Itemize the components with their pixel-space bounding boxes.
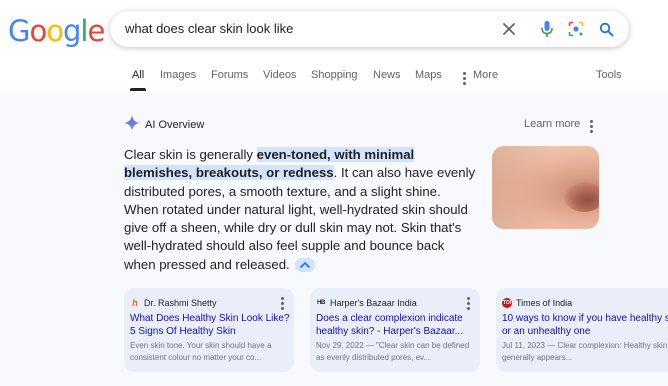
lens-icon[interactable]	[566, 19, 586, 39]
card-title[interactable]: What Does Healthy Skin Look Like? 5 Sign…	[130, 312, 290, 338]
ai-overview-text: Clear skin is generally even-toned, with…	[124, 146, 476, 274]
overview-text-start: Clear skin is generally	[124, 147, 257, 162]
ai-overview-header: AI Overview	[124, 114, 205, 136]
tab-forums[interactable]: Forums	[211, 69, 248, 81]
source-card[interactable]: HB Harper's Bazaar India Does a clear co…	[310, 288, 480, 372]
search-icon[interactable]	[596, 19, 616, 39]
close-icon[interactable]	[499, 19, 519, 39]
card-snippet: Nov 29, 2022 — "Clear skin can be define…	[316, 341, 470, 362]
source-card[interactable]: ℎ Dr. Rashmi Shetty What Does Healthy Sk…	[124, 288, 294, 372]
card-menu-icon[interactable]	[278, 297, 286, 310]
logo-letter: o	[46, 14, 64, 48]
tab-maps[interactable]: Maps	[415, 69, 442, 81]
tab-images[interactable]: Images	[160, 69, 196, 81]
image-nostril-detail	[564, 182, 599, 212]
card-source: HB Harper's Bazaar India	[316, 297, 417, 309]
ai-overview-title: AI Overview	[145, 119, 205, 131]
tab-all[interactable]: All	[132, 69, 144, 81]
tab-more[interactable]: More	[473, 69, 498, 81]
card-source: ℎ Dr. Rashmi Shetty	[130, 297, 217, 309]
card-title[interactable]: Does a clear complexion indicate healthy…	[316, 312, 476, 338]
logo-letter: e	[87, 14, 105, 48]
search-box[interactable]: what does clear skin look like	[110, 11, 629, 47]
microphone-icon[interactable]	[537, 19, 557, 39]
search-tabs: All Images Forums Videos Shopping News M…	[0, 62, 668, 92]
logo-letter: l	[80, 14, 88, 48]
card-title[interactable]: 10 ways to know if you have healthy skin…	[502, 312, 668, 338]
rashmi-shetty-favicon: ℎ	[132, 298, 138, 308]
logo-letter: G	[8, 14, 31, 48]
card-snippet: Jul 11, 2023 — Clear complexion: Healthy…	[502, 341, 668, 362]
tools-button[interactable]: Tools	[596, 69, 622, 81]
overview-text-rest: . It can also have evenly distributed po…	[124, 165, 476, 272]
more-icon	[460, 72, 468, 85]
image-shading	[492, 146, 552, 229]
options-menu-icon[interactable]	[587, 120, 595, 133]
tab-news[interactable]: News	[373, 69, 401, 81]
logo-letter: g	[62, 14, 81, 48]
gemini-sparkle-icon	[124, 114, 140, 136]
learn-more-link[interactable]: Learn more	[524, 118, 580, 130]
harpers-bazaar-favicon: HB	[317, 300, 325, 306]
active-tab-indicator	[130, 88, 146, 91]
header: Google what does clear skin look like	[0, 0, 668, 62]
ai-overview-section: AI Overview Learn more Clear skin is gen…	[0, 92, 668, 386]
collapse-chevron-icon[interactable]	[295, 258, 316, 273]
google-logo[interactable]: Google	[8, 14, 105, 48]
source-card[interactable]: TOI Times of India 10 ways to know if yo…	[496, 288, 668, 372]
tab-shopping[interactable]: Shopping	[311, 69, 358, 81]
skin-closeup-image[interactable]	[492, 146, 599, 229]
card-source: TOI Times of India	[502, 297, 572, 309]
tab-videos[interactable]: Videos	[263, 69, 296, 81]
card-source-name: Dr. Rashmi Shetty	[144, 298, 217, 308]
card-source-name: Harper's Bazaar India	[330, 298, 417, 308]
search-input[interactable]: what does clear skin look like	[125, 21, 293, 36]
card-source-name: Times of India	[516, 298, 573, 308]
logo-letter: o	[29, 14, 47, 48]
card-snippet: Even skin tone. Your skin should have a …	[130, 341, 272, 362]
card-menu-icon[interactable]	[464, 297, 472, 310]
times-of-india-favicon: TOI	[502, 298, 512, 308]
